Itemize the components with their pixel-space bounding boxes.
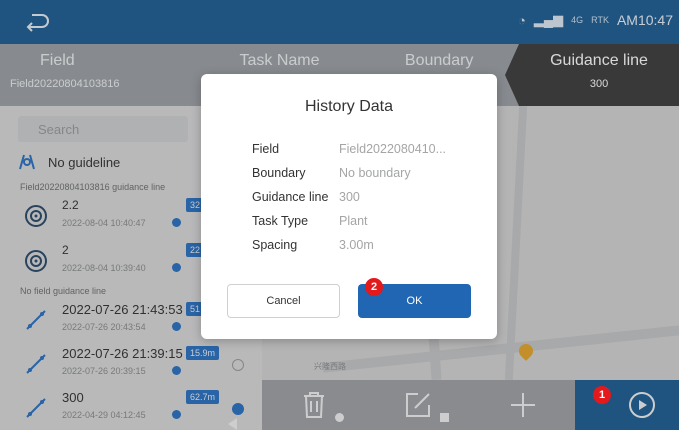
detail-key: Guidance line	[252, 190, 329, 204]
detail-value: Field2022080410...	[339, 142, 447, 156]
dialog-title: History Data	[304, 98, 394, 115]
detail-row-guidance-line: Guidance line 300	[252, 190, 360, 204]
history-data-dialog: History Data Field Field2022080410... Bou…	[201, 74, 497, 339]
detail-row-boundary: Boundary No boundary	[252, 166, 411, 180]
detail-value: No boundary	[339, 166, 411, 180]
cancel-button[interactable]: Cancel	[227, 284, 340, 318]
annotation-marker-2: 2	[365, 278, 383, 296]
detail-key: Spacing	[252, 238, 298, 252]
detail-row-spacing: Spacing 3.00m	[252, 238, 374, 252]
detail-value: 300	[339, 190, 360, 204]
detail-row-task-type: Task Type Plant	[252, 214, 368, 228]
detail-value: Plant	[339, 214, 368, 228]
annotation-marker-1: 1	[593, 386, 611, 404]
detail-row-field: Field Field2022080410...	[252, 142, 446, 156]
detail-key: Field	[252, 142, 280, 156]
detail-value: 3.00m	[339, 238, 374, 252]
detail-key: Task Type	[252, 214, 309, 228]
detail-key: Boundary	[252, 166, 306, 180]
